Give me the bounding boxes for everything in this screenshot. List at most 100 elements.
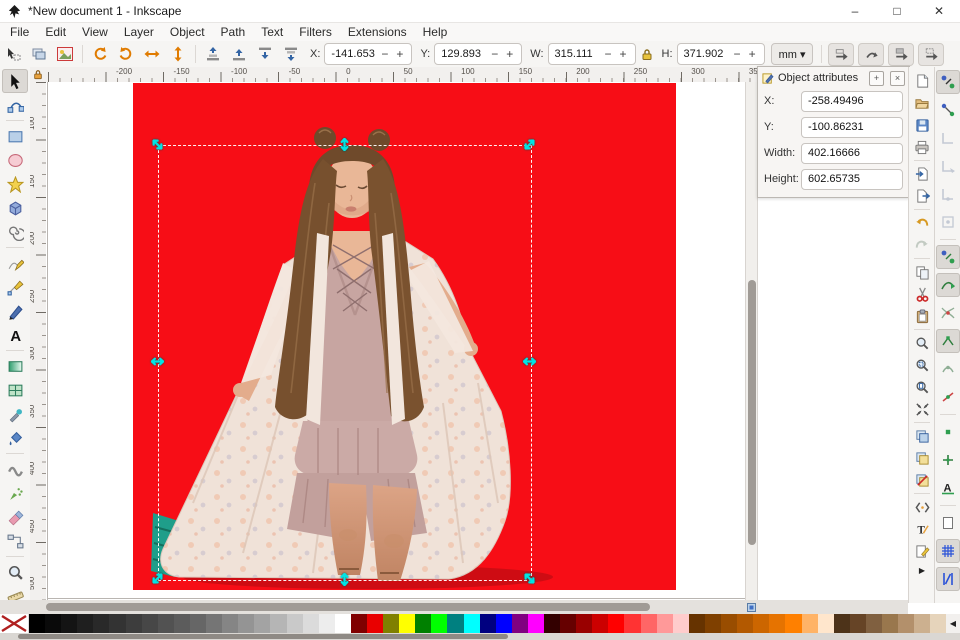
tool-selector[interactable] [2,69,28,93]
x-minus-button[interactable]: − [377,47,392,61]
palette-swatch[interactable] [350,614,367,633]
tool-bezier-pen[interactable] [2,275,28,299]
tool-connector[interactable] [2,529,28,553]
palette-swatch[interactable] [270,614,287,633]
palette-swatch[interactable] [45,614,62,633]
snap-path-intersections-icon[interactable] [936,301,960,325]
palette-swatch-none[interactable] [0,614,29,633]
snap-bbox-icon[interactable] [936,98,960,122]
flip-horizontal-icon[interactable] [139,43,165,65]
tool-ellipse[interactable] [2,148,28,172]
snap-global-icon[interactable] [936,70,960,94]
select-all-icon[interactable] [0,43,26,65]
canvas[interactable] [46,82,745,600]
palette-swatch[interactable] [254,614,271,633]
tool-pencil[interactable] [2,251,28,275]
palette-swatch[interactable] [576,614,593,633]
edit-duplicate-icon[interactable] [910,425,934,447]
lower-icon[interactable] [252,43,278,65]
palette-swatch[interactable] [109,614,126,633]
tool-spray[interactable] [2,481,28,505]
snap-text-baseline-icon[interactable]: A [936,476,960,500]
tool-mesh-gradient[interactable] [2,378,28,402]
x-plus-button[interactable]: + [392,47,407,61]
tool-zoom[interactable] [2,560,28,584]
commands-overflow-arrow[interactable]: ▶ [919,566,925,575]
palette-swatch[interactable] [511,614,528,633]
palette-swatch[interactable] [399,614,416,633]
clone-unlink-icon[interactable] [910,469,934,491]
w-field-value[interactable]: 315.111 [555,48,601,60]
edit-copy-icon[interactable] [910,261,934,283]
menu-item[interactable]: Filters [291,24,340,40]
palette-scrollbar[interactable] [0,633,960,640]
panel-close-button[interactable]: × [890,70,905,86]
panel-popout-button[interactable]: + [869,70,884,86]
palette-swatch[interactable] [157,614,174,633]
document-import-icon[interactable] [910,163,934,185]
panel-field-input[interactable]: 602.65735 [801,168,903,190]
y-field-value[interactable]: 129.893 [441,48,487,60]
palette-swatch[interactable] [527,614,544,633]
palette-swatch[interactable] [656,614,673,633]
palette-swatch[interactable] [721,614,738,633]
menu-item[interactable]: Extensions [340,24,415,40]
edit-undo-icon[interactable] [910,212,934,234]
palette-swatch[interactable] [125,614,142,633]
palette-swatch[interactable] [302,614,319,633]
edit-redo-icon[interactable] [910,234,934,256]
palette-swatch[interactable] [640,614,657,633]
scrollbar-corner-button[interactable] [745,600,758,614]
palette-swatch[interactable] [672,614,689,633]
lower-to-bottom-icon[interactable] [278,43,304,65]
palette-swatch[interactable] [366,614,384,633]
snap-bbox-midpoints-icon[interactable] [936,182,960,206]
selection-box-toggle-icon[interactable] [52,43,78,65]
x-field[interactable]: -141.653 − + [324,43,413,65]
palette-swatch[interactable] [688,614,705,633]
palette-swatch[interactable] [914,614,931,633]
zoom-selection-icon[interactable] [910,354,934,376]
snap-bbox-edges-icon[interactable] [936,126,960,150]
snap-cusp-nodes-icon[interactable] [936,329,960,353]
palette-swatch[interactable] [334,614,351,633]
snap-page-border-icon[interactable] [936,511,960,535]
menu-item[interactable]: File [2,24,37,40]
selection-handle-right[interactable] [523,355,536,368]
close-button[interactable]: ✕ [918,0,960,22]
snap-bbox-centers-icon[interactable] [936,210,960,234]
h-plus-button[interactable]: + [745,47,760,61]
flip-vertical-icon[interactable] [165,43,191,65]
transform-corners-toggle-icon[interactable] [858,42,885,66]
document-properties-icon[interactable] [910,540,934,562]
snap-midpoints-icon[interactable] [936,385,960,409]
w-minus-button[interactable]: − [601,47,616,61]
palette-swatch[interactable] [383,614,400,633]
horizontal-scrollbar[interactable] [0,600,908,614]
snap-nodes-icon[interactable] [936,245,960,269]
palette-swatch[interactable] [447,614,464,633]
horizontal-scrollbar-thumb[interactable] [46,603,650,611]
tool-spiral[interactable] [2,220,28,244]
palette-swatch[interactable] [801,614,818,633]
menu-item[interactable]: Path [213,24,254,40]
units-dropdown[interactable]: mm ▾ [770,43,814,65]
menu-item[interactable]: Object [162,24,213,40]
palette-scrollbar-thumb[interactable] [18,634,508,639]
menu-item[interactable]: Text [253,24,291,40]
palette-scroll-arrow[interactable]: ◀ [946,614,960,633]
palette-swatch[interactable] [93,614,110,633]
rotate-cw-icon[interactable] [113,43,139,65]
palette-swatch[interactable] [592,614,609,633]
tool-dropper[interactable] [2,402,28,426]
palette-swatch[interactable] [560,614,577,633]
palette-swatch[interactable] [29,614,46,633]
edit-clone-icon[interactable] [910,447,934,469]
vertical-scrollbar-thumb[interactable] [748,280,756,545]
palette-swatch[interactable] [479,614,496,633]
x-field-value[interactable]: -141.653 [331,48,377,60]
palette-swatch[interactable] [544,614,561,633]
snap-bbox-corners-icon[interactable] [936,154,960,178]
palette-swatch[interactable] [189,614,207,633]
tool-gradient[interactable] [2,354,28,378]
